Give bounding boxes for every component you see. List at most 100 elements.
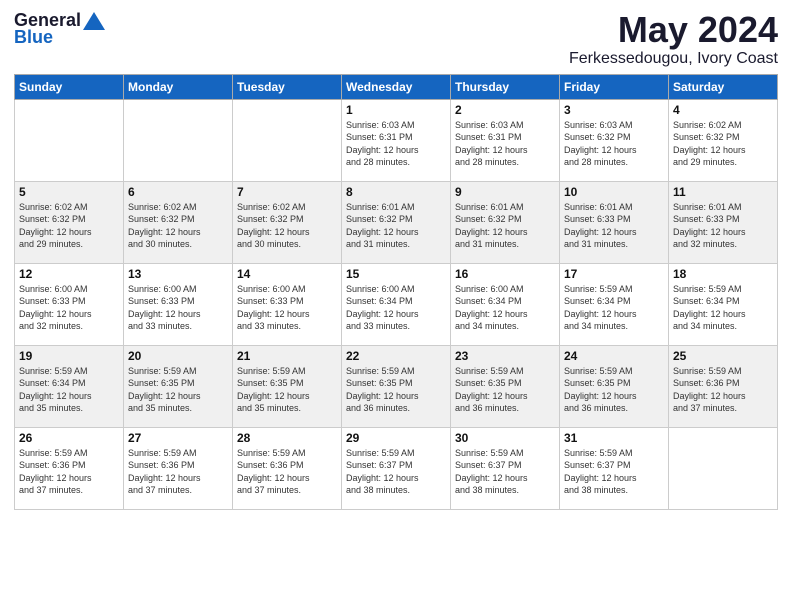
calendar-week-row: 12 Sunrise: 6:00 AM Sunset: 6:33 PM Dayli…	[15, 263, 778, 345]
header: General Blue May 2024 Ferkessedougou, Iv…	[14, 10, 778, 68]
day-info: Sunrise: 6:01 AM Sunset: 6:33 PM Dayligh…	[673, 201, 773, 251]
calendar-cell	[15, 99, 124, 181]
day-number: 27	[128, 431, 228, 445]
day-info: Sunrise: 5:59 AM Sunset: 6:35 PM Dayligh…	[128, 365, 228, 415]
calendar-cell: 14Sunrise: 6:00 AM Sunset: 6:33 PM Dayli…	[233, 263, 342, 345]
day-number: 12	[19, 267, 119, 281]
calendar-cell: 20Sunrise: 5:59 AM Sunset: 6:35 PM Dayli…	[124, 345, 233, 427]
calendar-cell: 11Sunrise: 6:01 AM Sunset: 6:33 PM Dayli…	[669, 181, 778, 263]
calendar-cell: 28Sunrise: 5:59 AM Sunset: 6:36 PM Dayli…	[233, 427, 342, 509]
day-number: 21	[237, 349, 337, 363]
day-info: Sunrise: 5:59 AM Sunset: 6:34 PM Dayligh…	[673, 283, 773, 333]
day-info: Sunrise: 6:02 AM Sunset: 6:32 PM Dayligh…	[237, 201, 337, 251]
calendar-header-row: Sunday Monday Tuesday Wednesday Thursday…	[15, 74, 778, 99]
calendar-cell: 25 Sunrise: 5:59 AM Sunset: 6:36 PM Dayli…	[669, 345, 778, 427]
day-number: 23	[455, 349, 555, 363]
calendar-body: 1 Sunrise: 6:03 AM Sunset: 6:31 PM Daylig…	[15, 99, 778, 509]
day-number: 4	[673, 103, 773, 117]
logo-blue: Blue	[14, 27, 53, 48]
calendar-cell: 3Sunrise: 6:03 AM Sunset: 6:32 PM Daylig…	[560, 99, 669, 181]
day-info: Sunrise: 6:02 AM Sunset: 6:32 PM Dayligh…	[673, 119, 773, 169]
calendar-week-row: 26 Sunrise: 5:59 AM Sunset: 6:36 PM Dayli…	[15, 427, 778, 509]
day-info: Sunrise: 6:02 AM Sunset: 6:32 PM Dayligh…	[19, 201, 119, 251]
calendar-cell: 16 Sunrise: 6:00 AM Sunset: 6:34 PM Dayli…	[451, 263, 560, 345]
day-info: Sunrise: 5:59 AM Sunset: 6:35 PM Dayligh…	[564, 365, 664, 415]
calendar-cell: 15 Sunrise: 6:00 AM Sunset: 6:34 PM Dayli…	[342, 263, 451, 345]
col-sunday: Sunday	[15, 74, 124, 99]
calendar-cell: 2Sunrise: 6:03 AM Sunset: 6:31 PM Daylig…	[451, 99, 560, 181]
calendar-cell: 6Sunrise: 6:02 AM Sunset: 6:32 PM Daylig…	[124, 181, 233, 263]
calendar-cell: 18Sunrise: 5:59 AM Sunset: 6:34 PM Dayli…	[669, 263, 778, 345]
calendar-table: Sunday Monday Tuesday Wednesday Thursday…	[14, 74, 778, 510]
day-info: Sunrise: 5:59 AM Sunset: 6:34 PM Dayligh…	[19, 365, 119, 415]
col-thursday: Thursday	[451, 74, 560, 99]
col-tuesday: Tuesday	[233, 74, 342, 99]
day-info: Sunrise: 6:00 AM Sunset: 6:33 PM Dayligh…	[19, 283, 119, 333]
day-info: Sunrise: 6:01 AM Sunset: 6:32 PM Dayligh…	[455, 201, 555, 251]
day-info: Sunrise: 5:59 AM Sunset: 6:35 PM Dayligh…	[346, 365, 446, 415]
day-info: Sunrise: 6:03 AM Sunset: 6:31 PM Dayligh…	[346, 119, 446, 169]
day-info: Sunrise: 5:59 AM Sunset: 6:34 PM Dayligh…	[564, 283, 664, 333]
day-info: Sunrise: 6:02 AM Sunset: 6:32 PM Dayligh…	[128, 201, 228, 251]
calendar-cell: 10 Sunrise: 6:01 AM Sunset: 6:33 PM Dayli…	[560, 181, 669, 263]
day-number: 7	[237, 185, 337, 199]
day-number: 8	[346, 185, 446, 199]
day-number: 31	[564, 431, 664, 445]
calendar-subtitle: Ferkessedougou, Ivory Coast	[569, 50, 778, 68]
calendar-cell: 19 Sunrise: 5:59 AM Sunset: 6:34 PM Dayli…	[15, 345, 124, 427]
calendar-cell: 30Sunrise: 5:59 AM Sunset: 6:37 PM Dayli…	[451, 427, 560, 509]
calendar-cell	[233, 99, 342, 181]
day-info: Sunrise: 6:01 AM Sunset: 6:33 PM Dayligh…	[564, 201, 664, 251]
col-monday: Monday	[124, 74, 233, 99]
day-info: Sunrise: 6:00 AM Sunset: 6:34 PM Dayligh…	[455, 283, 555, 333]
calendar-week-row: 5 Sunrise: 6:02 AM Sunset: 6:32 PM Daylig…	[15, 181, 778, 263]
calendar-cell: 22 Sunrise: 5:59 AM Sunset: 6:35 PM Dayli…	[342, 345, 451, 427]
day-number: 15	[346, 267, 446, 281]
day-info: Sunrise: 6:01 AM Sunset: 6:32 PM Dayligh…	[346, 201, 446, 251]
day-number: 10	[564, 185, 664, 199]
day-info: Sunrise: 5:59 AM Sunset: 6:36 PM Dayligh…	[19, 447, 119, 497]
day-number: 28	[237, 431, 337, 445]
day-number: 5	[19, 185, 119, 199]
calendar-cell: 31 Sunrise: 5:59 AM Sunset: 6:37 PM Dayli…	[560, 427, 669, 509]
day-number: 29	[346, 431, 446, 445]
day-info: Sunrise: 6:00 AM Sunset: 6:34 PM Dayligh…	[346, 283, 446, 333]
day-number: 25	[673, 349, 773, 363]
calendar-cell: 24 Sunrise: 5:59 AM Sunset: 6:35 PM Dayli…	[560, 345, 669, 427]
day-info: Sunrise: 5:59 AM Sunset: 6:35 PM Dayligh…	[455, 365, 555, 415]
calendar-cell: 12 Sunrise: 6:00 AM Sunset: 6:33 PM Dayli…	[15, 263, 124, 345]
calendar-cell: 5 Sunrise: 6:02 AM Sunset: 6:32 PM Daylig…	[15, 181, 124, 263]
logo-icon	[83, 12, 105, 30]
calendar-cell: 8 Sunrise: 6:01 AM Sunset: 6:32 PM Daylig…	[342, 181, 451, 263]
calendar-cell: 9Sunrise: 6:01 AM Sunset: 6:32 PM Daylig…	[451, 181, 560, 263]
calendar-cell: 27Sunrise: 5:59 AM Sunset: 6:36 PM Dayli…	[124, 427, 233, 509]
day-info: Sunrise: 6:00 AM Sunset: 6:33 PM Dayligh…	[128, 283, 228, 333]
day-info: Sunrise: 5:59 AM Sunset: 6:37 PM Dayligh…	[564, 447, 664, 497]
calendar-cell	[124, 99, 233, 181]
col-saturday: Saturday	[669, 74, 778, 99]
calendar-week-row: 1 Sunrise: 6:03 AM Sunset: 6:31 PM Daylig…	[15, 99, 778, 181]
day-number: 19	[19, 349, 119, 363]
calendar-cell: 29Sunrise: 5:59 AM Sunset: 6:37 PM Dayli…	[342, 427, 451, 509]
day-number: 26	[19, 431, 119, 445]
day-number: 1	[346, 103, 446, 117]
calendar-cell: 21Sunrise: 5:59 AM Sunset: 6:35 PM Dayli…	[233, 345, 342, 427]
calendar-cell: 23 Sunrise: 5:59 AM Sunset: 6:35 PM Dayli…	[451, 345, 560, 427]
title-block: May 2024 Ferkessedougou, Ivory Coast	[569, 10, 778, 68]
logo: General Blue	[14, 10, 105, 48]
day-info: Sunrise: 5:59 AM Sunset: 6:36 PM Dayligh…	[673, 365, 773, 415]
calendar-cell: 13Sunrise: 6:00 AM Sunset: 6:33 PM Dayli…	[124, 263, 233, 345]
day-number: 17	[564, 267, 664, 281]
calendar-cell: 26 Sunrise: 5:59 AM Sunset: 6:36 PM Dayli…	[15, 427, 124, 509]
calendar-cell: 7 Sunrise: 6:02 AM Sunset: 6:32 PM Daylig…	[233, 181, 342, 263]
day-info: Sunrise: 6:03 AM Sunset: 6:31 PM Dayligh…	[455, 119, 555, 169]
day-number: 22	[346, 349, 446, 363]
day-info: Sunrise: 6:03 AM Sunset: 6:32 PM Dayligh…	[564, 119, 664, 169]
day-info: Sunrise: 6:00 AM Sunset: 6:33 PM Dayligh…	[237, 283, 337, 333]
page: General Blue May 2024 Ferkessedougou, Iv…	[0, 0, 792, 612]
day-number: 16	[455, 267, 555, 281]
col-wednesday: Wednesday	[342, 74, 451, 99]
day-number: 30	[455, 431, 555, 445]
col-friday: Friday	[560, 74, 669, 99]
day-number: 24	[564, 349, 664, 363]
